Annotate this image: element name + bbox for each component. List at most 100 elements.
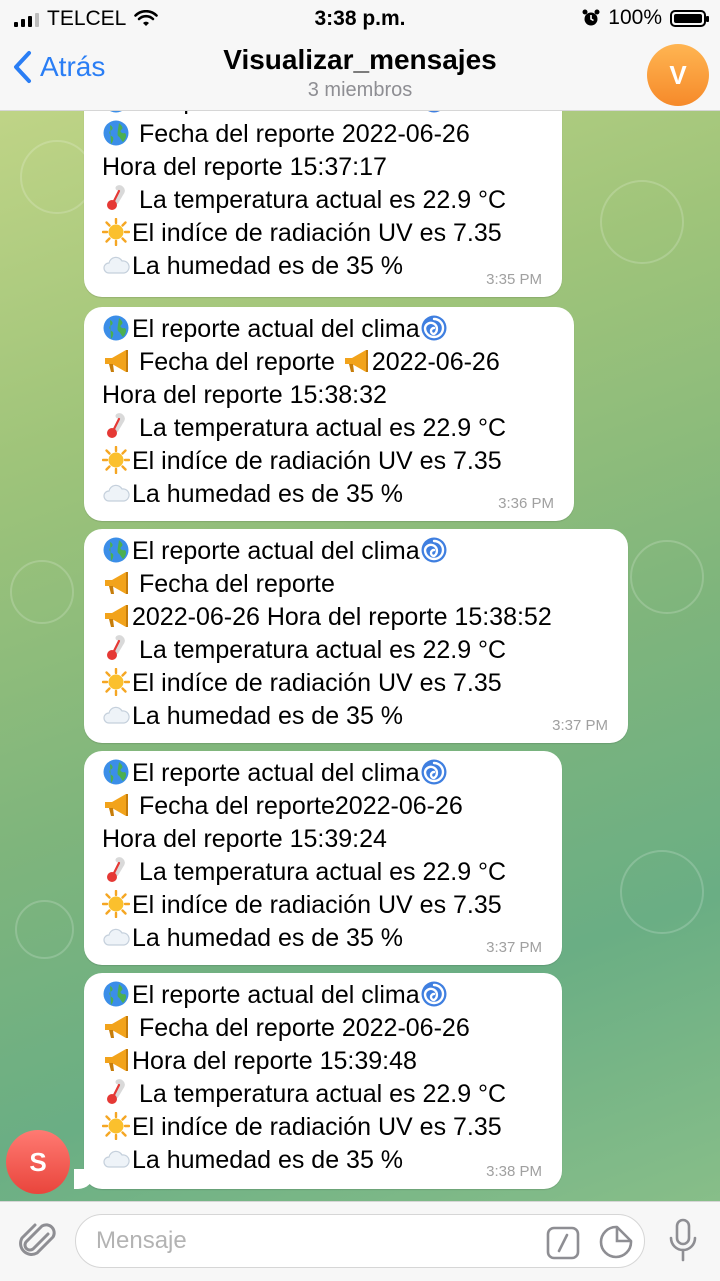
message-timestamp: 3:37 PM xyxy=(486,939,542,956)
chat-title[interactable]: Visualizar_mensajes xyxy=(0,44,720,76)
message-bubble[interactable]: El reporte actual del clima Fecha del re… xyxy=(84,529,628,743)
bot-command-icon[interactable] xyxy=(546,1226,580,1260)
thermometer-icon xyxy=(102,635,130,663)
message-line: La temperatura actual es 22.9 °C xyxy=(102,634,608,667)
message-line: Hora del reporte 15:39:24 xyxy=(102,823,542,856)
message-text: Fecha del reporte 2022-06-26 xyxy=(132,120,470,148)
message-line: Fecha del reporte2022-06-26 xyxy=(102,790,542,823)
message-text: Fecha del reporte2022-06-26 xyxy=(132,792,463,820)
message-bubble[interactable]: El reporte actual del clima Fecha del re… xyxy=(84,751,562,965)
message-text: Fecha del reporte xyxy=(132,570,335,598)
message-bubble[interactable]: El reporte actual del clima Fecha del re… xyxy=(84,307,574,521)
cloud-icon xyxy=(102,251,130,279)
message-line: La humedad es de 35 % xyxy=(102,478,554,511)
globe-icon xyxy=(102,314,130,342)
message-line: La temperatura actual es 22.9 °C xyxy=(102,1078,542,1111)
message-text: Hora del reporte 15:37:17 xyxy=(102,153,387,181)
message-line: Fecha del reporte 2022-06-26 xyxy=(102,1012,542,1045)
message-text: El indíce de radiación UV es 7.35 xyxy=(132,447,502,475)
attach-icon[interactable] xyxy=(18,1220,58,1262)
chat-avatar-initial: V xyxy=(669,59,687,90)
message-text: 2022-06-26 Hora del reporte 15:38:52 xyxy=(132,603,552,631)
battery-percent: 100% xyxy=(608,6,662,29)
message-line: Hora del reporte 15:37:17 xyxy=(102,151,542,184)
message-timestamp: 3:38 PM xyxy=(486,1163,542,1180)
message-text: El indíce de radiación UV es 7.35 xyxy=(132,891,502,919)
sun-icon xyxy=(101,445,131,475)
message-line: Fecha del reporte xyxy=(102,568,608,601)
message-text: La temperatura actual es 22.9 °C xyxy=(132,636,507,664)
bubble-tail xyxy=(74,1169,94,1189)
message-line: El reporte actual del clima xyxy=(102,313,554,346)
megaphone-icon xyxy=(102,791,130,819)
cyclone-icon xyxy=(420,980,448,1008)
message-line: La humedad es de 35 % xyxy=(102,922,542,955)
message-bubble[interactable]: El reporte actual del clima Fecha del re… xyxy=(84,111,562,297)
message-text: Fecha del reporte xyxy=(132,348,342,376)
sticker-icon[interactable] xyxy=(598,1224,634,1260)
message-text: La humedad es de 35 % xyxy=(132,924,404,952)
input-bar xyxy=(0,1201,720,1281)
message-line: La humedad es de 35 % xyxy=(102,250,542,283)
message-text: La humedad es de 35 % xyxy=(132,702,404,730)
message-text: La humedad es de 35 % xyxy=(132,1146,404,1174)
message-text: 2022-06-26 xyxy=(371,348,500,376)
status-bar: TELCEL 3:38 p.m. 100% xyxy=(0,0,720,36)
megaphone-icon xyxy=(102,1046,130,1074)
alarm-icon xyxy=(582,9,600,26)
message-line: El reporte actual del clima xyxy=(102,111,542,118)
cloud-icon xyxy=(102,1145,130,1173)
message-line: El reporte actual del clima xyxy=(102,979,542,1012)
cyclone-icon xyxy=(420,314,448,342)
microphone-icon[interactable] xyxy=(666,1218,700,1264)
message-line: El reporte actual del clima xyxy=(102,757,542,790)
cloud-icon xyxy=(102,701,130,729)
globe-icon xyxy=(102,758,130,786)
message-text: El reporte actual del clima xyxy=(132,981,420,1009)
message-text: Hora del reporte 15:39:24 xyxy=(102,825,387,853)
message-list[interactable]: El reporte actual del clima Fecha del re… xyxy=(0,111,720,1201)
message-line: El reporte actual del clima xyxy=(102,535,608,568)
megaphone-icon xyxy=(342,347,370,375)
message-text: La humedad es de 35 % xyxy=(132,252,404,280)
sun-icon xyxy=(101,667,131,697)
message-text: El reporte actual del clima xyxy=(132,759,420,787)
chat-subtitle: 3 miembros xyxy=(307,79,413,101)
sun-icon xyxy=(101,889,131,919)
battery-fill xyxy=(674,13,702,23)
message-line: El indíce de radiación UV es 7.35 xyxy=(101,1111,542,1144)
sender-avatar-initial: S xyxy=(29,1146,47,1177)
message-bubble[interactable]: El reporte actual del clima Fecha del re… xyxy=(84,973,562,1189)
cyclone-icon xyxy=(420,536,448,564)
message-text: La temperatura actual es 22.9 °C xyxy=(132,1080,507,1108)
message-line: Fecha del reporte 2022-06-26 xyxy=(102,346,554,379)
message-text: La temperatura actual es 22.9 °C xyxy=(132,186,507,214)
message-text: La temperatura actual es 22.9 °C xyxy=(132,858,507,886)
globe-icon xyxy=(102,111,130,114)
message-text: El reporte actual del clima xyxy=(132,537,420,565)
message-text: El indíce de radiación UV es 7.35 xyxy=(132,669,502,697)
message-text: El reporte actual del clima xyxy=(132,111,420,115)
message-line: La humedad es de 35 % xyxy=(102,1144,542,1177)
message-line: La temperatura actual es 22.9 °C xyxy=(102,184,542,217)
message-text: Hora del reporte 15:38:32 xyxy=(102,381,387,409)
thermometer-icon xyxy=(102,185,130,213)
chat-avatar[interactable]: V xyxy=(647,44,709,106)
message-text: El indíce de radiación UV es 7.35 xyxy=(132,219,502,247)
thermometer-icon xyxy=(102,413,130,441)
sender-avatar[interactable]: S xyxy=(6,1130,70,1194)
message-line: Hora del reporte 15:39:48 xyxy=(102,1045,542,1078)
thermometer-icon xyxy=(102,1079,130,1107)
megaphone-icon xyxy=(102,602,130,630)
globe-icon xyxy=(102,536,130,564)
message-line: La temperatura actual es 22.9 °C xyxy=(102,856,542,889)
message-timestamp: 3:36 PM xyxy=(498,495,554,512)
message-line: El indíce de radiación UV es 7.35 xyxy=(101,667,608,700)
message-text: Fecha del reporte 2022-06-26 xyxy=(132,1014,470,1042)
megaphone-icon xyxy=(102,569,130,597)
globe-icon xyxy=(102,119,130,147)
thermometer-icon xyxy=(102,857,130,885)
message-timestamp: 3:35 PM xyxy=(486,271,542,288)
cloud-icon xyxy=(102,923,130,951)
message-text: La humedad es de 35 % xyxy=(132,480,404,508)
